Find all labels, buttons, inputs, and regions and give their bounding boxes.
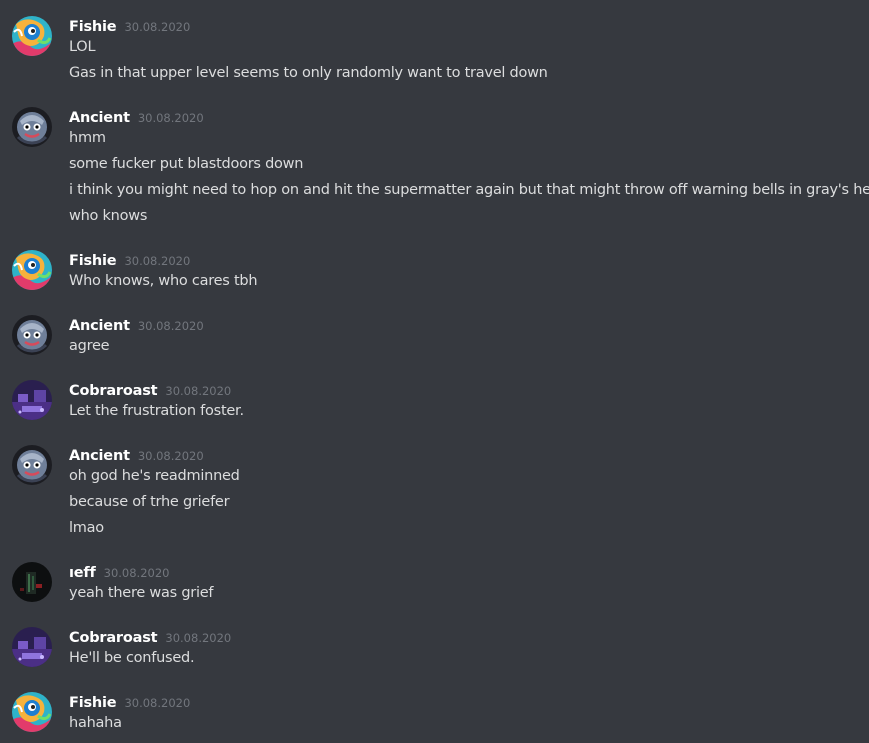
timestamp[interactable]: 30.08.2020 [124, 20, 190, 34]
message-text: Gas in that upper level seems to only ra… [69, 65, 548, 81]
timestamp[interactable]: 30.08.2020 [138, 319, 204, 333]
timestamp[interactable]: 30.08.2020 [165, 631, 231, 645]
timestamp[interactable]: 30.08.2020 [104, 566, 170, 580]
message-text: hahaha [69, 715, 122, 731]
jeff-avatar[interactable] [12, 562, 52, 602]
username[interactable]: Ancient [69, 448, 130, 464]
message-text: agree [69, 338, 110, 354]
message-text: because of trhe griefer [69, 494, 230, 510]
timestamp[interactable]: 30.08.2020 [138, 449, 204, 463]
message-text: Let the frustration foster. [69, 403, 244, 419]
username[interactable]: Ancient [69, 110, 130, 126]
message-text: i think you might need to hop on and hit… [69, 182, 869, 198]
username[interactable]: Ancient [69, 318, 130, 334]
message-text: oh god he's readminned [69, 468, 240, 484]
username[interactable]: Fishie [69, 695, 117, 711]
fishie-avatar[interactable] [12, 692, 52, 732]
timestamp[interactable]: 30.08.2020 [165, 384, 231, 398]
cobraroast-avatar[interactable] [12, 627, 52, 667]
message-text: hmm [69, 130, 106, 146]
cobraroast-avatar[interactable] [12, 380, 52, 420]
message-text: who knows [69, 208, 148, 224]
username[interactable]: Cobraroast [69, 630, 158, 646]
username[interactable]: ıeff [69, 565, 96, 581]
timestamp[interactable]: 30.08.2020 [124, 254, 190, 268]
fishie-avatar[interactable] [12, 250, 52, 290]
username[interactable]: Cobraroast [69, 383, 158, 399]
message-text: lmao [69, 520, 104, 536]
ancient-avatar[interactable] [12, 107, 52, 147]
fishie-avatar[interactable] [12, 16, 52, 56]
ancient-avatar[interactable] [12, 445, 52, 485]
username[interactable]: Fishie [69, 253, 117, 269]
message-text: yeah there was grief [69, 585, 214, 601]
timestamp[interactable]: 30.08.2020 [138, 111, 204, 125]
username[interactable]: Fishie [69, 19, 117, 35]
message-text: some fucker put blastdoors down [69, 156, 304, 172]
message-text: He'll be confused. [69, 650, 195, 666]
message-text: Who knows, who cares tbh [69, 273, 258, 289]
ancient-avatar[interactable] [12, 315, 52, 355]
message-text: LOL [69, 39, 96, 55]
timestamp[interactable]: 30.08.2020 [124, 696, 190, 710]
